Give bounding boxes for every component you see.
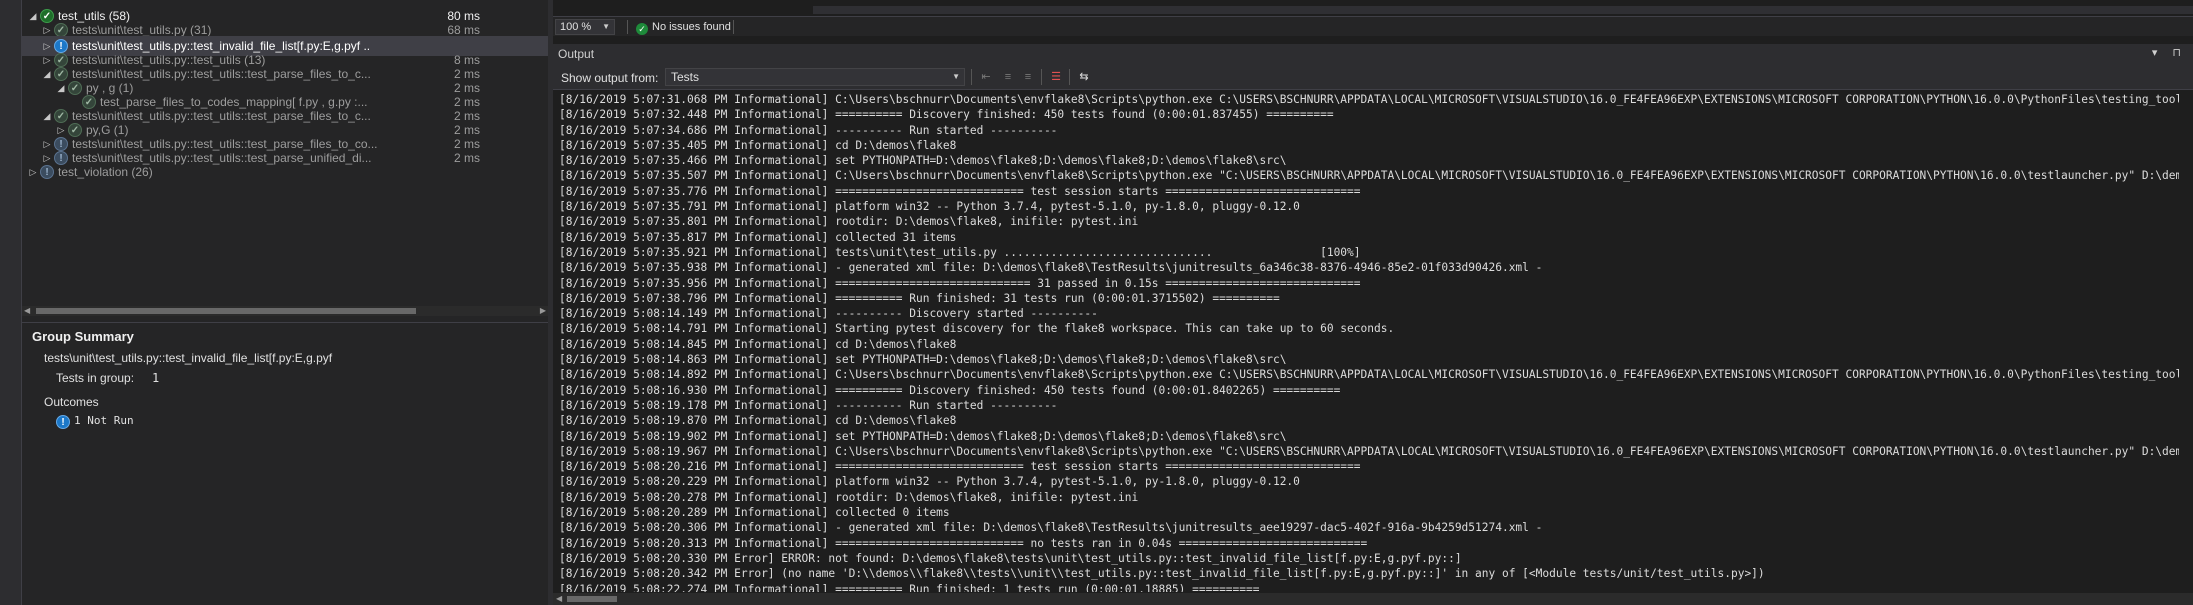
test-explorer-panel: ◢ ✓ test_utils (58) 80 ms ▷ ✓ tests\unit\test_… xyxy=(22,0,548,605)
editor-horizontal-scrollbar[interactable] xyxy=(813,6,2193,14)
log-line: [8/16/2019 5:08:14.149 PM Informational]… xyxy=(559,307,1098,321)
log-line: [8/16/2019 5:07:38.796 PM Informational]… xyxy=(559,291,1280,305)
output-panel: Output ▾ ⊓ Show output from: Tests ▼ ⇤ ≡… xyxy=(553,44,2193,605)
group-summary-title: Group Summary xyxy=(32,329,134,344)
issues-text: No issues found xyxy=(652,21,731,33)
log-line: [8/16/2019 5:07:35.801 PM Informational]… xyxy=(559,215,1139,229)
log-line: [8/16/2019 5:08:20.216 PM Informational]… xyxy=(559,460,1361,474)
group-summary-pane: Group Summary tests\unit\test_utils.py::… xyxy=(22,322,548,605)
left-tool-strip xyxy=(0,0,22,605)
log-line: [8/16/2019 5:08:14.845 PM Informational]… xyxy=(559,337,957,351)
log-line: [8/16/2019 5:08:20.278 PM Informational]… xyxy=(559,490,1139,504)
divider xyxy=(733,20,734,34)
log-line: [8/16/2019 5:07:35.791 PM Informational]… xyxy=(559,200,1300,214)
scrollbar-thumb[interactable] xyxy=(567,596,617,602)
log-line: [8/16/2019 5:08:20.330 PM Error] ERROR: … xyxy=(559,551,1462,565)
toggle-word-wrap-icon[interactable]: ⇆ xyxy=(1075,69,1093,85)
outcome-text[interactable]: 1 Not Run xyxy=(74,414,134,427)
log-line: [8/16/2019 5:08:19.870 PM Informational]… xyxy=(559,414,957,428)
log-line: [8/16/2019 5:07:35.405 PM Informational]… xyxy=(559,138,957,152)
scroll-left-icon[interactable]: ◀ xyxy=(556,593,562,605)
log-line: [8/16/2019 5:07:35.956 PM Informational]… xyxy=(559,276,1361,290)
log-line: [8/16/2019 5:07:32.448 PM Informational]… xyxy=(559,108,1334,122)
log-line: [8/16/2019 5:07:35.507 PM Informational]… xyxy=(559,169,2179,183)
scroll-right-icon[interactable]: ▶ xyxy=(540,306,546,316)
summary-test-name: tests\unit\test_utils.py::test_invalid_f… xyxy=(44,351,333,365)
previous-message-icon[interactable]: ≡ xyxy=(999,69,1017,85)
show-output-from-label: Show output from: xyxy=(561,71,659,85)
log-line: [8/16/2019 5:07:35.921 PM Informational]… xyxy=(559,245,1361,259)
output-panel-header: Output ▾ ⊓ xyxy=(553,44,2193,64)
log-line: [8/16/2019 5:07:31.068 PM Informational]… xyxy=(559,93,2179,106)
check-circle-icon: ✓ xyxy=(636,23,648,35)
divider xyxy=(627,20,628,34)
log-line: [8/16/2019 5:07:35.817 PM Informational]… xyxy=(559,230,957,244)
chevron-down-icon: ▼ xyxy=(952,72,960,81)
chevron-down-icon: ▼ xyxy=(602,22,610,31)
log-line: [8/16/2019 5:08:14.863 PM Informational]… xyxy=(559,353,1287,367)
not-run-icon: ! xyxy=(56,415,70,429)
scrollbar-thumb[interactable] xyxy=(813,6,2193,14)
log-line: [8/16/2019 5:08:14.791 PM Informational]… xyxy=(559,322,1395,336)
collapsed-arrow-icon[interactable]: ▷ xyxy=(28,162,38,182)
output-horizontal-scrollbar[interactable]: ◀ xyxy=(553,593,2193,605)
log-line: [8/16/2019 5:08:20.342 PM Error] (no nam… xyxy=(559,567,1765,581)
test-tree-row[interactable]: ▷! test_violation (26) xyxy=(22,162,548,182)
log-line: [8/16/2019 5:08:16.930 PM Informational]… xyxy=(559,383,1341,397)
output-vertical-scrollbar[interactable] xyxy=(2183,92,2193,592)
log-line: [8/16/2019 5:07:34.686 PM Informational]… xyxy=(559,123,1058,137)
scroll-left-icon[interactable]: ◀ xyxy=(24,306,30,316)
editor-status-area: 100 % ▼ ✓ No issues found xyxy=(553,0,2193,38)
log-line: [8/16/2019 5:08:14.892 PM Informational]… xyxy=(559,368,2179,382)
clear-all-icon[interactable]: ☰ xyxy=(1047,69,1065,85)
passed-icon: ✓ xyxy=(54,23,68,37)
log-line: [8/16/2019 5:08:20.289 PM Informational]… xyxy=(559,506,950,520)
scrollbar-thumb[interactable] xyxy=(36,308,416,314)
log-line: [8/16/2019 5:08:19.967 PM Informational]… xyxy=(559,444,2179,458)
output-toolbar: Show output from: Tests ▼ ⇤ ≡ ≡ ☰ ⇆ xyxy=(553,64,2193,90)
log-line: [8/16/2019 5:08:19.902 PM Informational]… xyxy=(559,429,1287,443)
log-line: [8/16/2019 5:08:20.313 PM Informational]… xyxy=(559,536,1368,550)
zoom-value: 100 % xyxy=(560,21,592,33)
tests-in-group-count: 1 xyxy=(152,371,160,385)
log-line: [8/16/2019 5:07:35.938 PM Informational]… xyxy=(559,261,1543,275)
divider xyxy=(1069,69,1070,85)
issues-indicator[interactable]: ✓ No issues found xyxy=(636,19,731,35)
log-line: [8/16/2019 5:07:35.466 PM Informational]… xyxy=(559,154,1287,168)
output-source-select[interactable]: Tests ▼ xyxy=(665,68,965,86)
test-tree: ◢ ✓ test_utils (58) 80 ms ▷ ✓ tests\unit\test_… xyxy=(22,0,548,300)
tree-horizontal-scrollbar[interactable]: ◀ ▶ xyxy=(22,306,548,316)
output-source-value: Tests xyxy=(671,70,700,84)
output-title: Output xyxy=(558,47,595,61)
test-tree-label: test_violation (26) xyxy=(58,165,153,179)
log-line: [8/16/2019 5:08:20.229 PM Informational]… xyxy=(559,475,1300,489)
log-line: [8/16/2019 5:08:22.274 PM Informational]… xyxy=(559,582,1260,593)
output-log[interactable]: [8/16/2019 5:07:31.068 PM Informational]… xyxy=(559,92,2179,592)
outcomes-label: Outcomes xyxy=(44,395,99,409)
editor-status-bar: 100 % ▼ ✓ No issues found xyxy=(553,16,2193,36)
log-line: [8/16/2019 5:08:20.306 PM Informational]… xyxy=(559,521,1543,535)
find-message-in-code-icon[interactable]: ⇤ xyxy=(977,69,995,85)
divider xyxy=(971,69,972,85)
tests-in-group-label: Tests in group: xyxy=(56,371,135,385)
zoom-dropdown[interactable]: 100 % ▼ xyxy=(555,19,615,35)
divider xyxy=(1041,69,1042,85)
log-line: [8/16/2019 5:08:19.178 PM Informational]… xyxy=(559,398,1058,412)
next-message-icon[interactable]: ≡ xyxy=(1019,69,1037,85)
panel-window-controls[interactable]: ▾ ⊓ xyxy=(2152,46,2187,59)
log-line: [8/16/2019 5:07:35.776 PM Informational]… xyxy=(559,184,1361,198)
not-run-icon: ! xyxy=(40,165,54,179)
